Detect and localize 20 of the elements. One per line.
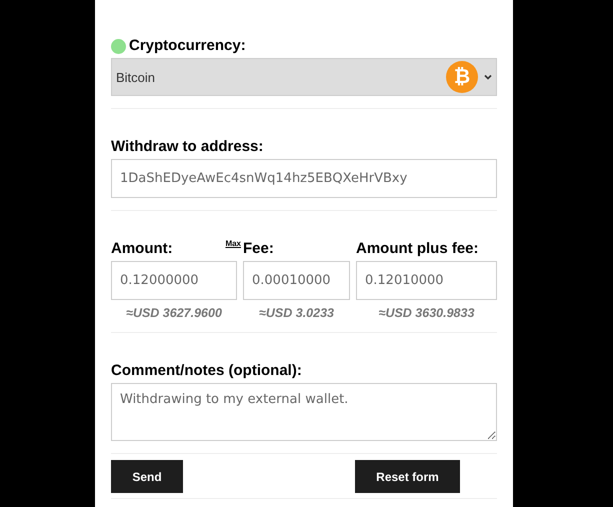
usd-estimate: ≈USD 3630.9833 (378, 306, 476, 320)
field-label: Amount plus fee: (356, 239, 478, 259)
address-field[interactable]: 1DaShEDyeAwEc4snWq14hz5EBQXeHrVBxy (111, 159, 497, 198)
field-label: Amount: (111, 239, 173, 259)
usd-estimate: ≈USD 3627.9600 (125, 306, 223, 320)
coin-icon: ₿ (446, 61, 478, 93)
comment-field[interactable]: Withdrawing to my external wallet. (111, 383, 497, 441)
form-button[interactable]: Reset form (355, 460, 460, 493)
amount-field[interactable]: 0.00010000 (243, 261, 350, 300)
field-label: Comment/notes (optional): (111, 361, 303, 381)
max-link[interactable]: Max (225, 239, 241, 248)
amount-field[interactable]: 0.12000000 (111, 261, 237, 300)
field-label: Withdraw to address: (111, 137, 264, 157)
currency-select[interactable]: Bitcoin ₿ (111, 58, 497, 96)
amount-field[interactable]: 0.12010000 (356, 261, 497, 300)
form-button[interactable]: Send (111, 460, 183, 493)
chevron-icon (484, 74, 492, 80)
field-label: Fee: (243, 239, 274, 259)
usd-estimate: ≈USD 3.0233 (258, 306, 335, 320)
field-label: Cryptocurrency: (129, 36, 246, 56)
